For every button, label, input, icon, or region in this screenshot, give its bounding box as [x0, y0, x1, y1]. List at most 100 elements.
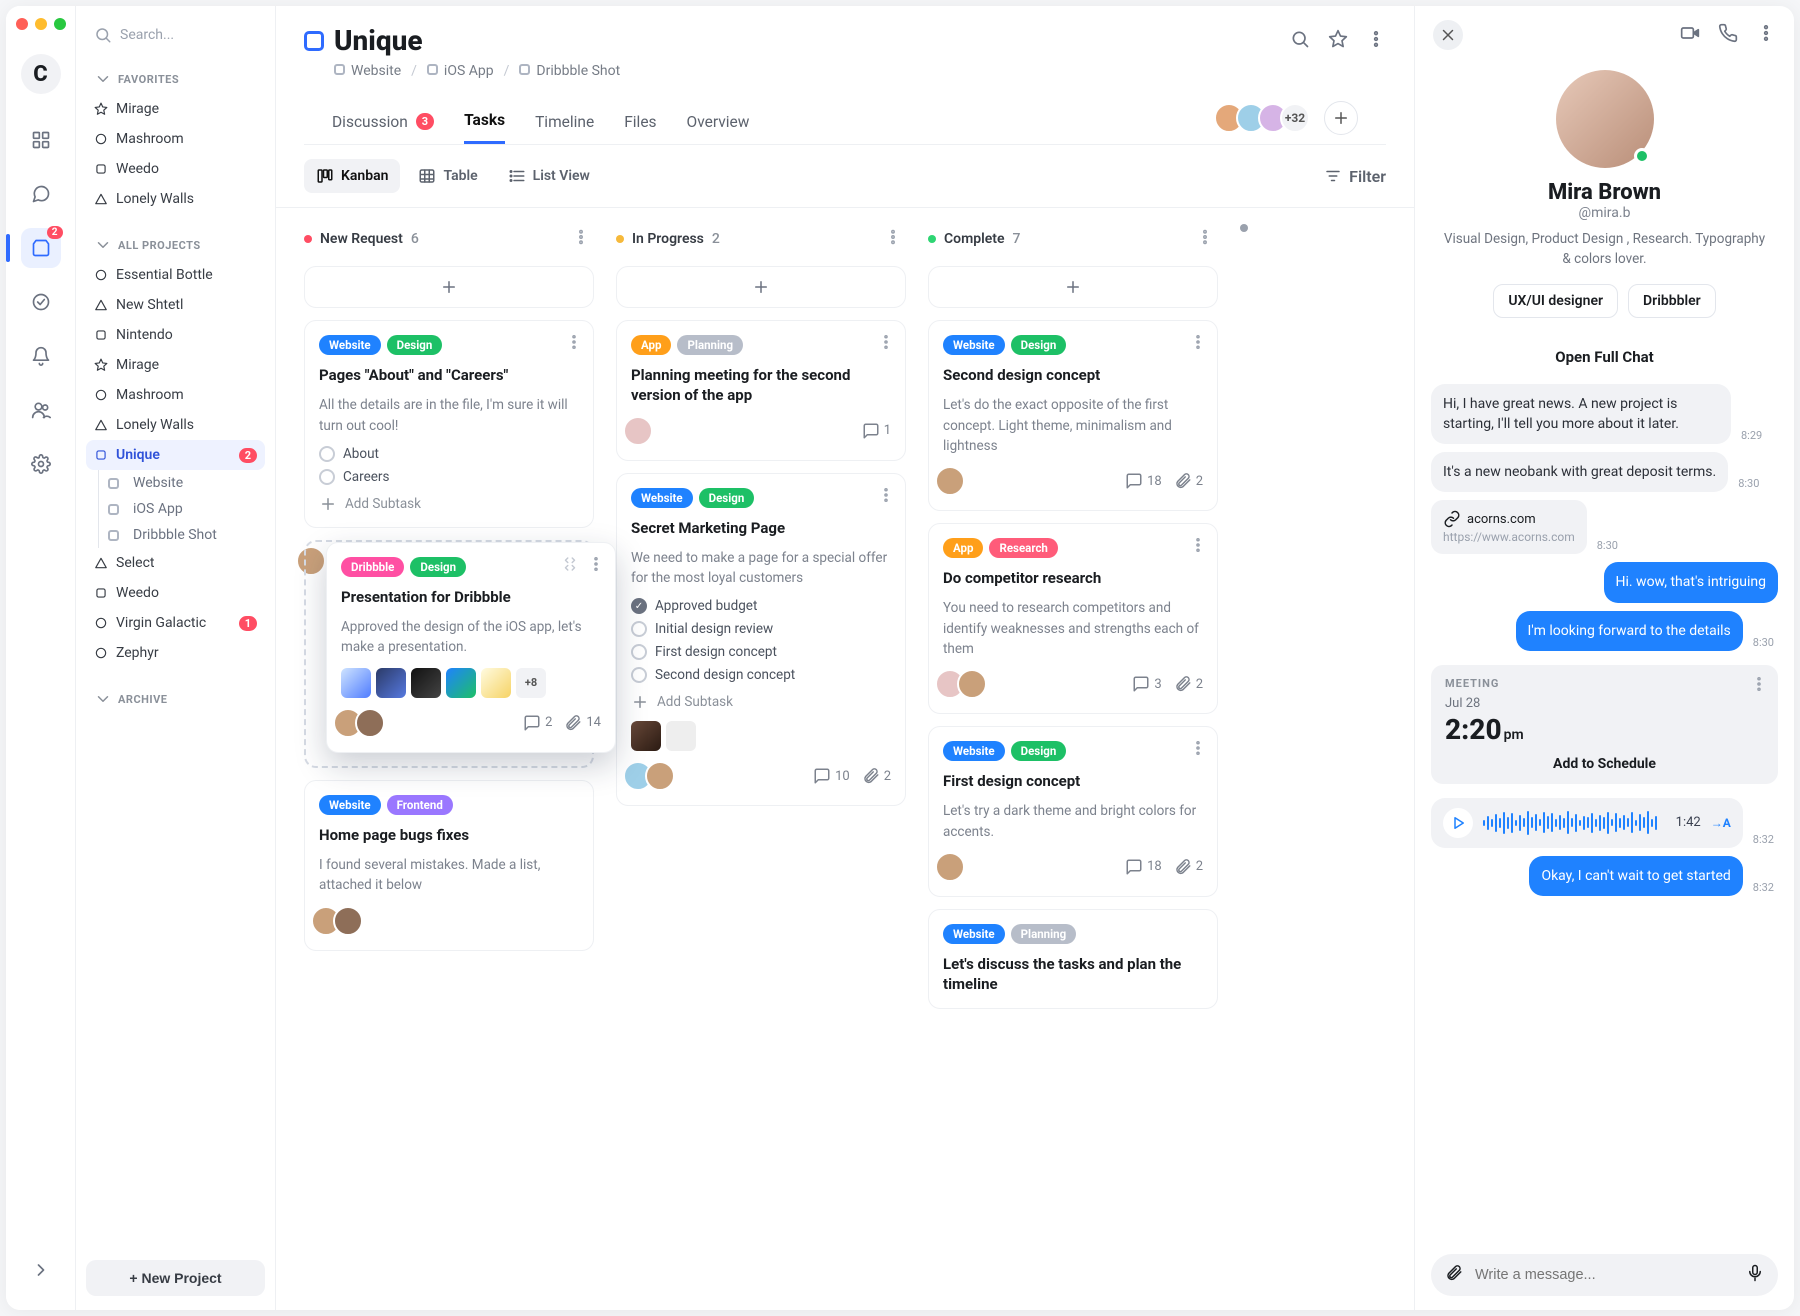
profile-tag[interactable]: UX/UI designer: [1493, 284, 1618, 318]
attachments-count[interactable]: 2: [1174, 472, 1203, 490]
play-button[interactable]: [1443, 808, 1473, 838]
comments-count[interactable]: 1: [862, 422, 891, 440]
message-incoming[interactable]: It's a new neobank with great deposit te…: [1431, 452, 1728, 492]
subtask[interactable]: Approved budget: [631, 598, 891, 614]
card-more-button[interactable]: [1189, 536, 1207, 558]
attachment-thumbnails[interactable]: [631, 721, 891, 751]
sidebar-item-zephyr[interactable]: Zephyr: [86, 638, 265, 668]
app-logo[interactable]: C: [21, 54, 61, 94]
meeting-card[interactable]: MEETING Jul 28 2:20pm Add to Schedule: [1431, 665, 1778, 784]
sidebar-item-weedo[interactable]: Weedo: [86, 154, 265, 184]
subtask[interactable]: Second design concept: [631, 667, 891, 683]
comments-count[interactable]: 3: [1132, 675, 1161, 693]
tag-design[interactable]: Design: [387, 335, 443, 355]
rail-settings-button[interactable]: [21, 444, 61, 484]
tag-planning[interactable]: Planning: [1011, 924, 1077, 944]
sidebar-subitem[interactable]: Dribbble Shot: [86, 522, 265, 548]
subtask[interactable]: Initial design review: [631, 621, 891, 637]
add-subtask-button[interactable]: Add Subtask: [631, 693, 891, 711]
profile-avatar[interactable]: [1556, 70, 1654, 168]
task-card[interactable]: WebsiteDesign Second design concept Let'…: [928, 320, 1218, 511]
tag-design[interactable]: Design: [410, 557, 466, 577]
tag-app[interactable]: App: [631, 335, 671, 355]
breadcrumb-item[interactable]: Website: [334, 63, 401, 79]
tag-website[interactable]: Website: [943, 741, 1005, 761]
view-kanban-button[interactable]: Kanban: [304, 159, 400, 193]
thumbnails-more[interactable]: +8: [516, 668, 546, 698]
card-more-button[interactable]: [587, 555, 605, 577]
checkbox-icon[interactable]: [631, 644, 647, 660]
meeting-more-button[interactable]: [1750, 675, 1768, 697]
tag-design[interactable]: Design: [1011, 335, 1067, 355]
filter-button[interactable]: Filter: [1324, 167, 1386, 186]
checkbox-icon[interactable]: [319, 469, 335, 485]
tag-planning[interactable]: Planning: [677, 335, 743, 355]
sidebar-item-select[interactable]: Select: [86, 548, 265, 578]
rail-expand-button[interactable]: [21, 1250, 61, 1290]
column-more-button[interactable]: [568, 224, 594, 254]
voice-message[interactable]: 1:42 →A: [1431, 798, 1743, 848]
tab-discussion[interactable]: Discussion3: [332, 101, 434, 143]
attachments-count[interactable]: 2: [862, 767, 891, 785]
tag-frontend[interactable]: Frontend: [387, 795, 453, 815]
message-incoming[interactable]: Hi, I have great news. A new project is …: [1431, 384, 1731, 445]
column-more-button[interactable]: [1192, 224, 1218, 254]
sidebar-item-mashroom[interactable]: Mashroom: [86, 124, 265, 154]
attachment-thumbnails[interactable]: +8: [341, 668, 601, 698]
breadcrumb-item[interactable]: iOS App: [427, 63, 494, 79]
task-card[interactable]: WebsiteDesign Secret Marketing Page We n…: [616, 473, 906, 807]
task-card-dragging[interactable]: DribbbleDesign Presentation for Dribbble…: [326, 542, 616, 753]
tag-website[interactable]: Website: [943, 335, 1005, 355]
favorite-project-button[interactable]: [1328, 29, 1348, 53]
breadcrumb-item[interactable]: Dribbble Shot: [519, 63, 620, 79]
view-table-button[interactable]: Table: [406, 159, 489, 193]
tab-timeline[interactable]: Timeline: [535, 101, 594, 143]
tab-overview[interactable]: Overview: [687, 101, 750, 143]
checkbox-icon[interactable]: [631, 621, 647, 637]
search-input[interactable]: Search...: [86, 20, 265, 50]
tab-files[interactable]: Files: [624, 101, 656, 143]
transcribe-button[interactable]: →A: [1711, 817, 1731, 829]
sidebar-item-lonely-walls[interactable]: Lonely Walls: [86, 410, 265, 440]
link-preview[interactable]: acorns.comhttps://www.acorns.com: [1431, 500, 1587, 554]
rail-projects-button[interactable]: 2: [21, 228, 61, 268]
search-project-button[interactable]: [1290, 29, 1310, 53]
compose-input[interactable]: [1475, 1267, 1734, 1283]
message-outgoing[interactable]: Hi. wow, that's intriguing: [1604, 562, 1779, 602]
task-card[interactable]: AppPlanning Planning meeting for the sec…: [616, 320, 906, 461]
sidebar-item-mirage[interactable]: Mirage: [86, 350, 265, 380]
checkbox-icon[interactable]: [631, 667, 647, 683]
checkbox-icon[interactable]: [319, 446, 335, 462]
add-card-button[interactable]: [304, 266, 594, 308]
tag-research[interactable]: Research: [989, 538, 1057, 558]
minimize-window-icon[interactable]: [35, 18, 47, 30]
task-card[interactable]: WebsiteDesign First design concept Let's…: [928, 726, 1218, 897]
new-project-button[interactable]: + New Project: [86, 1260, 265, 1296]
project-more-button[interactable]: [1366, 29, 1386, 53]
rail-notifications-button[interactable]: [21, 336, 61, 376]
drag-handle-icon[interactable]: [561, 555, 579, 577]
attachments-count[interactable]: 2: [1174, 858, 1203, 876]
projects-toggle[interactable]: ALL PROJECTS: [86, 230, 265, 260]
tag-website[interactable]: Website: [943, 924, 1005, 944]
rail-checklist-button[interactable]: [21, 282, 61, 322]
checkbox-icon[interactable]: [631, 598, 647, 614]
tag-website[interactable]: Website: [631, 488, 693, 508]
add-card-button[interactable]: [928, 266, 1218, 308]
favorites-toggle[interactable]: FAVORITES: [86, 64, 265, 94]
comments-count[interactable]: 18: [1125, 858, 1162, 876]
comments-count[interactable]: 2: [523, 714, 552, 732]
attach-button[interactable]: [1445, 1264, 1463, 1286]
view-list-button[interactable]: List View: [496, 159, 602, 193]
task-card[interactable]: WebsitePlanning Let's discuss the tasks …: [928, 909, 1218, 1010]
rail-team-button[interactable]: [21, 390, 61, 430]
sidebar-item-lonely-walls[interactable]: Lonely Walls: [86, 184, 265, 214]
card-more-button[interactable]: [877, 486, 895, 508]
sidebar-subitem[interactable]: Website: [86, 470, 265, 496]
close-window-icon[interactable]: [16, 18, 28, 30]
maximize-window-icon[interactable]: [54, 18, 66, 30]
add-card-button[interactable]: [616, 266, 906, 308]
voice-record-button[interactable]: [1746, 1264, 1764, 1286]
rail-chat-button[interactable]: [21, 174, 61, 214]
task-card[interactable]: AppResearch Do competitor research You n…: [928, 523, 1218, 714]
